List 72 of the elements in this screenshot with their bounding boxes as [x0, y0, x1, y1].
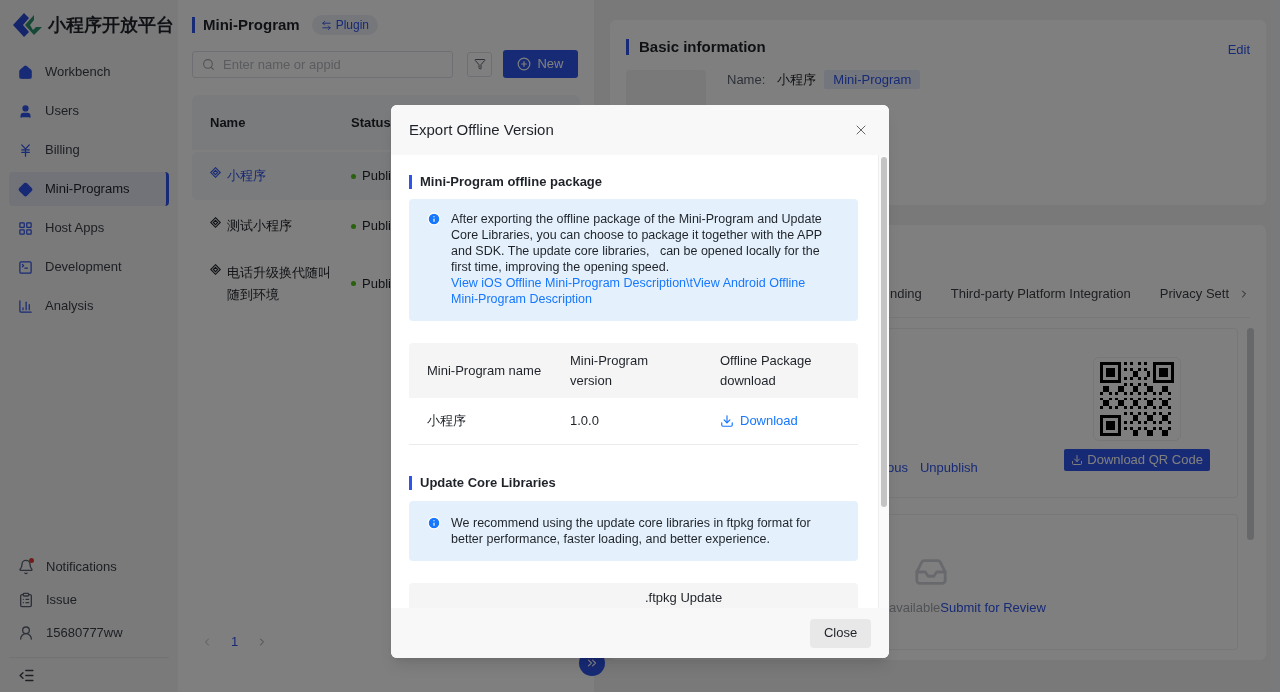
tab[interactable]: nding [890, 283, 922, 317]
new-button[interactable]: New [503, 50, 578, 78]
tab[interactable]: Privacy Sett [1159, 283, 1230, 317]
sidebar-item[interactable]: Host Apps [9, 211, 169, 245]
status-text: Publi [362, 274, 391, 293]
info-icon [427, 212, 441, 226]
sidebar-footer-item[interactable]: Notifications [9, 550, 169, 583]
close-button[interactable]: Close [810, 618, 871, 648]
sidebar-item[interactable]: Billing [9, 133, 169, 167]
search-icon [202, 57, 215, 71]
download-icon [1071, 454, 1084, 466]
panel-title: Mini-Program [203, 14, 300, 35]
tab[interactable]: Third-party Platform Integration [950, 283, 1131, 317]
sidebar-item[interactable]: Users [9, 94, 169, 128]
app-name: 电话升级换代随叫随到环境 [227, 263, 332, 304]
swap-icon [320, 19, 332, 31]
scrollbar[interactable] [881, 157, 887, 507]
field-value: 小程序 [777, 70, 817, 89]
table-cell-text: 小程序 [426, 412, 467, 431]
plugin-link[interactable]: Plugin [311, 15, 379, 35]
app-name: 小程序 [227, 167, 266, 185]
user-icon [18, 624, 34, 641]
column-header: Status [351, 113, 391, 132]
notice-text: After exporting the offline package of the Mini-Program and Update Core Libraries, you can choose to package it together with the APP and SDK. The update core libraries, can be opened locally for the first time, improving the opening speed. [451, 211, 823, 275]
download-icon [720, 414, 734, 428]
sidebar-item[interactable]: Development [9, 250, 169, 284]
status-text: Publi [362, 167, 391, 186]
card-title: Basic information [639, 36, 766, 57]
filter-icon [473, 58, 486, 70]
description-link[interactable]: View iOS Offline Mini-Program Description\tView Android Offline Mini-Program Description [451, 275, 832, 307]
download-link[interactable]: Download [720, 411, 798, 431]
column-header: Mini-Program name [426, 361, 543, 380]
sidebar-footer-item[interactable]: Issue [9, 583, 169, 616]
diamond-icon [210, 217, 221, 228]
type-tag: Mini-Program [824, 70, 921, 89]
brand-name: 小程序开放平台 [48, 13, 174, 37]
download-qr-button[interactable]: Download QR Code [1064, 449, 1210, 471]
status-text: Publi [362, 217, 391, 236]
bell-icon [18, 558, 34, 575]
page-number[interactable]: 1 [231, 632, 239, 652]
home-icon [18, 64, 33, 80]
logo-icon [12, 12, 44, 38]
action-link[interactable]: Unpublish [919, 457, 978, 477]
sidebar-item[interactable]: Mini-Programs [9, 172, 169, 206]
filter-button[interactable] [467, 51, 492, 77]
column-header: Name [209, 113, 247, 132]
user-icon [18, 103, 33, 119]
section-title: Update Core Libraries [420, 474, 556, 493]
bar-chart-icon [18, 298, 33, 314]
diamond-icon [18, 181, 33, 197]
edit-link[interactable]: Edit [1227, 40, 1251, 60]
scrollbar[interactable] [1247, 328, 1255, 540]
diamond-icon [210, 167, 221, 178]
field-label: Name: [727, 70, 766, 89]
column-header: Offline Package download [720, 351, 813, 390]
dialog-title: Export Offline Version [409, 119, 554, 140]
table-cell-text: 1.0.0 [570, 412, 600, 431]
sidebar-footer-item[interactable]: 15680777ww [9, 616, 169, 649]
column-header: Mini-Program version [570, 351, 649, 390]
sidebar-item[interactable]: Workbench [9, 55, 169, 89]
submit-review-link[interactable]: Submit for Review [940, 598, 1046, 618]
column-header: .ftpkg Update [645, 590, 723, 605]
plus-icon [517, 57, 532, 71]
info-icon [427, 516, 441, 530]
sidebar-item[interactable]: Analysis [9, 289, 169, 323]
clipboard-icon [18, 591, 34, 608]
notice-text: We recommend using the update core libraries in ftpkg format for better performance, faster loading, and better experience. [451, 515, 812, 547]
app-name: 测试小程序 [227, 217, 292, 235]
terminal-icon [18, 259, 33, 275]
diamond-icon [210, 263, 221, 275]
yen-icon [18, 142, 33, 158]
grid-icon [18, 220, 33, 236]
